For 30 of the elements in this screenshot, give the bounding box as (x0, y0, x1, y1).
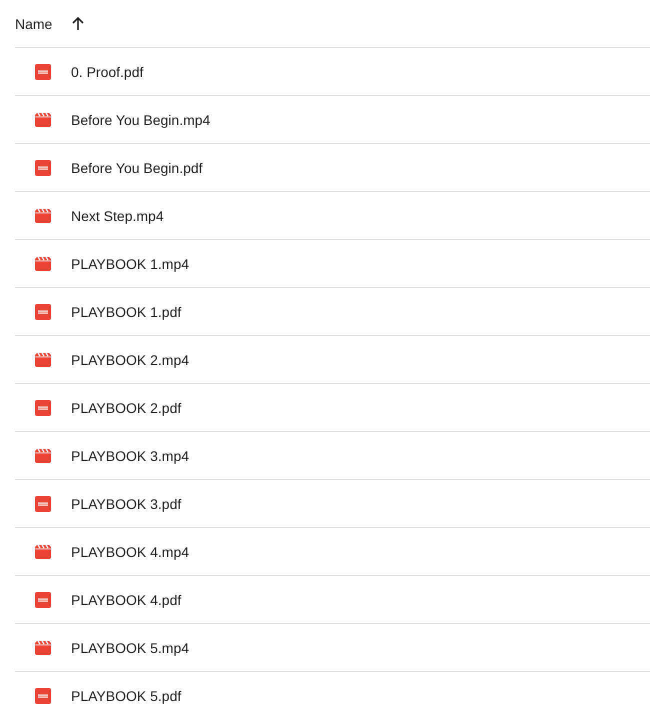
file-name[interactable]: PLAYBOOK 3.mp4 (71, 446, 190, 466)
file-name[interactable]: PLAYBOOK 5.pdf (71, 686, 182, 706)
pdf-file-icon (35, 688, 51, 704)
clapperboard-icon (35, 544, 51, 558)
file-name[interactable]: Before You Begin.pdf (71, 158, 203, 178)
file-name[interactable]: PLAYBOOK 1.pdf (71, 302, 182, 322)
file-name[interactable]: PLAYBOOK 4.pdf (71, 590, 182, 610)
pdf-file-icon (35, 64, 51, 80)
file-name[interactable]: PLAYBOOK 5.mp4 (71, 638, 190, 658)
pdf-file-icon (35, 160, 51, 176)
file-name[interactable]: 0. Proof.pdf (71, 62, 144, 82)
pdf-file-icon (35, 304, 51, 320)
file-name[interactable]: PLAYBOOK 2.pdf (71, 398, 182, 418)
clapperboard-icon (35, 352, 51, 366)
clapperboard-icon (35, 208, 51, 222)
column-header[interactable]: Name (15, 14, 52, 34)
file-name[interactable]: PLAYBOOK 1.mp4 (71, 254, 190, 274)
clapperboard-icon (35, 256, 51, 270)
pdf-file-icon (35, 400, 51, 416)
file-name[interactable]: Before You Begin.mp4 (71, 110, 210, 130)
pdf-file-icon (35, 496, 51, 512)
arrow-up-icon[interactable] (72, 16, 84, 30)
clapperboard-icon (35, 640, 51, 654)
pdf-file-icon (35, 592, 51, 608)
file-name[interactable]: PLAYBOOK 2.mp4 (71, 350, 190, 370)
file-name[interactable]: PLAYBOOK 4.mp4 (71, 542, 190, 562)
file-name[interactable]: PLAYBOOK 3.pdf (71, 494, 182, 514)
clapperboard-icon (35, 448, 51, 462)
file-name[interactable]: Next Step.mp4 (71, 206, 164, 226)
clapperboard-icon (35, 112, 51, 126)
